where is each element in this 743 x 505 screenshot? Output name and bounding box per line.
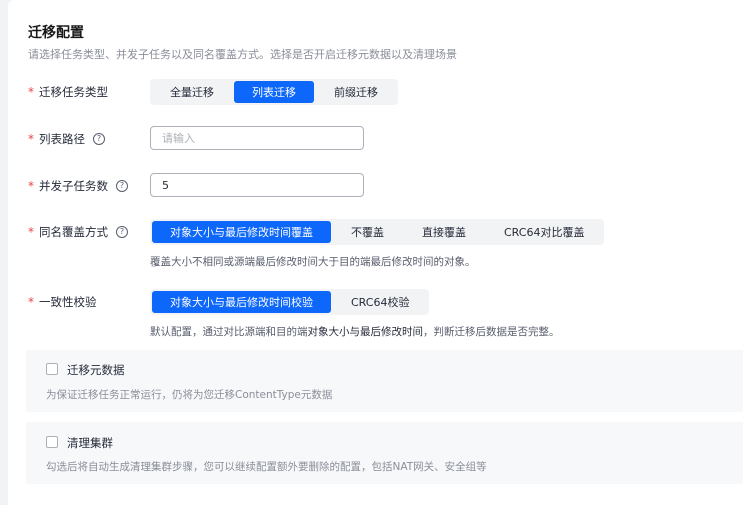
overwrite-option-crc64[interactable]: CRC64对比覆盖 (486, 221, 602, 243)
task-type-option-full[interactable]: 全量迁移 (152, 81, 232, 103)
section-title: 迁移配置 (28, 25, 84, 41)
concurrency-input[interactable]: 5 (150, 173, 364, 197)
required-asterisk: * (28, 179, 34, 193)
task-type-label: * 迁移任务类型 (28, 84, 108, 100)
consistency-segmented: 对象大小与最后修改时间校验 CRC64校验 (150, 289, 430, 315)
consistency-hint-pre: 默认配置，通过对比源端和目的端 (150, 326, 308, 338)
overwrite-hint: 覆盖大小不相同或源端最后修改时间大于目的端最后修改时间的对象。 (150, 256, 476, 268)
concurrency-label-text: 并发子任务数 (39, 179, 108, 193)
help-icon[interactable]: ? (116, 180, 128, 192)
overwrite-option-none[interactable]: 不覆盖 (333, 221, 402, 243)
task-type-segmented: 全量迁移 列表迁移 前缀迁移 (150, 79, 398, 105)
list-path-row: * 列表路径 ? (28, 126, 105, 152)
section-subtitle: 请选择任务类型、并发子任务以及同名覆盖方式。选择是否开启迁移元数据以及清理场景 (28, 48, 457, 61)
overwrite-option-size-time[interactable]: 对象大小与最后修改时间覆盖 (152, 221, 331, 243)
consistency-option-size-time[interactable]: 对象大小与最后修改时间校验 (152, 291, 331, 313)
migration-config-card: 迁移配置 请选择任务类型、并发子任务以及同名覆盖方式。选择是否开启迁移元数据以及… (8, 0, 743, 505)
cleanup-label[interactable]: 清理集群 (67, 435, 113, 451)
task-type-option-list[interactable]: 列表迁移 (234, 81, 314, 103)
consistency-hint-emphasis: 对象大小与最后修改时间 (307, 326, 424, 338)
task-type-row: * 迁移任务类型 (28, 79, 108, 105)
overwrite-label-text: 同名覆盖方式 (39, 225, 108, 239)
consistency-hint-post: ，判断迁移后数据是否完整。 (423, 326, 560, 338)
consistency-row: * 一致性校验 (28, 289, 97, 315)
task-type-option-prefix[interactable]: 前缀迁移 (316, 81, 396, 103)
overwrite-label: * 同名覆盖方式 ? (28, 224, 128, 240)
list-path-label-text: 列表路径 (39, 132, 85, 146)
task-type-label-text: 迁移任务类型 (39, 85, 108, 99)
consistency-hint: 默认配置，通过对比源端和目的端对象大小与最后修改时间，判断迁移后数据是否完整。 (150, 324, 560, 339)
help-icon[interactable]: ? (93, 133, 105, 145)
overwrite-option-direct[interactable]: 直接覆盖 (404, 221, 484, 243)
list-path-input[interactable]: 请输入 (150, 126, 364, 150)
required-asterisk: * (28, 85, 34, 99)
metadata-desc: 为保证迁移任务正常运行，仍将为您迁移ContentType元数据 (46, 389, 333, 401)
consistency-label: * 一致性校验 (28, 294, 97, 310)
required-asterisk: * (28, 225, 34, 239)
consistency-label-text: 一致性校验 (39, 295, 97, 309)
concurrency-row: * 并发子任务数 ? (28, 173, 128, 199)
cleanup-panel: 清理集群 勾选后将自动生成清理集群步骤，您可以继续配置额外要删除的配置，包括NA… (26, 422, 743, 484)
metadata-checkbox[interactable] (46, 363, 58, 375)
required-asterisk: * (28, 132, 34, 146)
overwrite-segmented: 对象大小与最后修改时间覆盖 不覆盖 直接覆盖 CRC64对比覆盖 (150, 219, 605, 245)
metadata-label[interactable]: 迁移元数据 (67, 362, 125, 378)
concurrency-label: * 并发子任务数 ? (28, 178, 128, 194)
consistency-option-crc64[interactable]: CRC64校验 (333, 291, 427, 313)
required-asterisk: * (28, 295, 34, 309)
cleanup-desc: 勾选后将自动生成清理集群步骤，您可以继续配置额外要删除的配置，包括NAT网关、安… (46, 461, 487, 473)
metadata-panel: 迁移元数据 为保证迁移任务正常运行，仍将为您迁移ContentType元数据 (26, 350, 743, 412)
list-path-label: * 列表路径 ? (28, 131, 105, 147)
help-icon[interactable]: ? (116, 226, 128, 238)
cleanup-checkbox[interactable] (46, 436, 58, 448)
overwrite-row: * 同名覆盖方式 ? (28, 219, 128, 245)
